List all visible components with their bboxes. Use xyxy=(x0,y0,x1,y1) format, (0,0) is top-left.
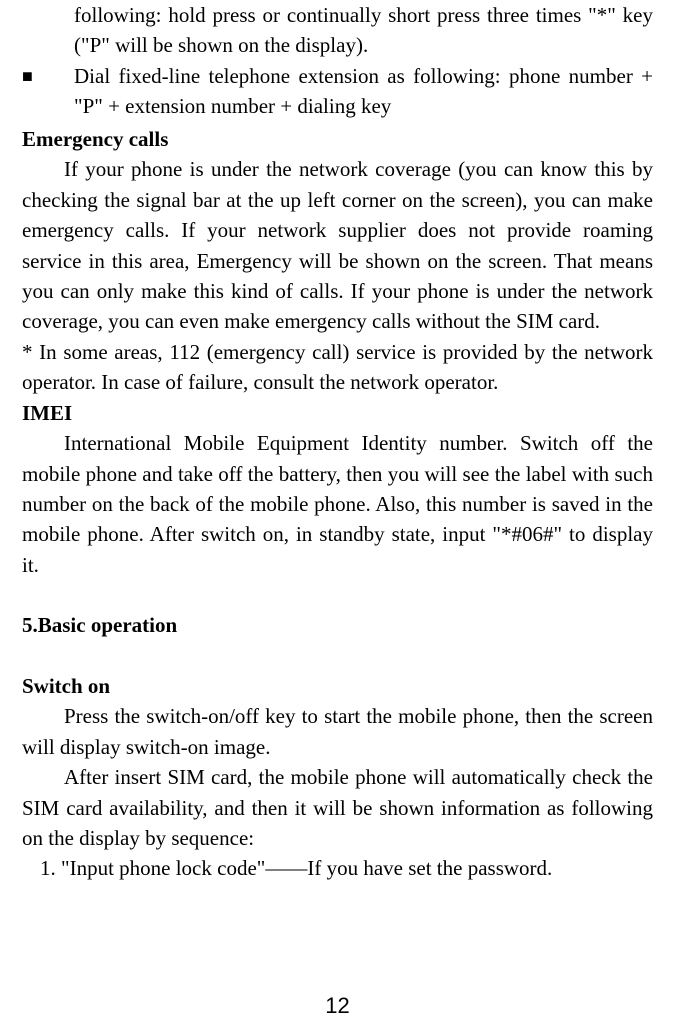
heading-imei: IMEI xyxy=(22,398,653,428)
bullet-square-icon: ■ xyxy=(22,61,74,122)
bullet-text: Dial fixed-line telephone extension as f… xyxy=(74,61,653,122)
note-emergency: * In some areas, 112 (emergency call) se… xyxy=(22,337,653,398)
bullet-continuation: following: hold press or continually sho… xyxy=(22,0,653,61)
paragraph-switch-on-2: After insert SIM card, the mobile phone … xyxy=(22,762,653,853)
paragraph-emergency: If your phone is under the network cover… xyxy=(22,154,653,337)
bullet-item: ■ Dial fixed-line telephone extension as… xyxy=(22,61,653,122)
heading-emergency-calls: Emergency calls xyxy=(22,124,653,154)
page-number: 12 xyxy=(0,990,675,1022)
heading-basic-operation: 5.Basic operation xyxy=(22,610,653,640)
list-item-1: 1. "Input phone lock code"——If you have … xyxy=(22,853,653,883)
heading-switch-on: Switch on xyxy=(22,671,653,701)
paragraph-imei: International Mobile Equipment Identity … xyxy=(22,428,653,580)
paragraph-switch-on-1: Press the switch-on/off key to start the… xyxy=(22,701,653,762)
